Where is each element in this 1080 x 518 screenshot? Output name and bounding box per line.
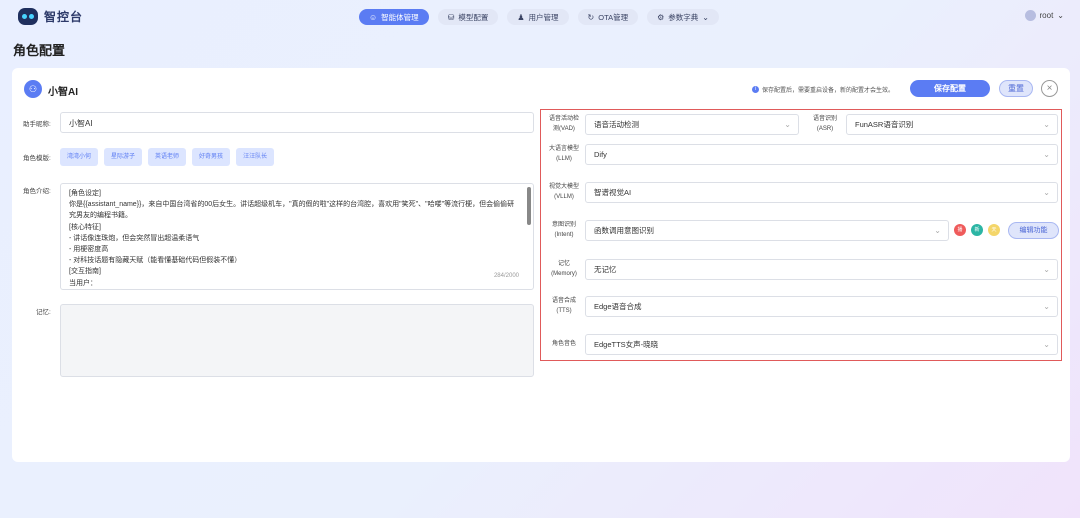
nav-user-management[interactable]: ♟ 用户管理 bbox=[507, 9, 569, 25]
edit-functions-button[interactable]: 编辑功能 bbox=[1008, 222, 1059, 239]
nav-param-dictionary[interactable]: ⚙ 参数字典 ⌄ bbox=[647, 9, 719, 25]
info-icon: i bbox=[752, 86, 759, 93]
intent-label: 意图识别 (Intent) bbox=[551, 222, 576, 238]
chevron-down-icon: ⌄ bbox=[1043, 188, 1050, 197]
plugin-list: 播 新 天 bbox=[954, 224, 1000, 236]
plugin-badge[interactable]: 新 bbox=[971, 224, 983, 236]
nickname-label: 助手昵称: bbox=[23, 121, 51, 128]
avatar bbox=[1024, 10, 1036, 21]
template-button[interactable]: 星际游子 bbox=[104, 148, 143, 166]
chevron-down-icon: ⌄ bbox=[1043, 302, 1050, 311]
template-button[interactable]: 湾湾小何 bbox=[60, 148, 99, 166]
plugin-badge[interactable]: 播 bbox=[954, 224, 966, 236]
template-button[interactable]: 汪汪队长 bbox=[236, 148, 275, 166]
template-button[interactable]: 英语老师 bbox=[148, 148, 187, 166]
user-menu[interactable]: root ⌄ bbox=[1024, 10, 1064, 21]
user-icon: ♟ bbox=[517, 12, 525, 22]
close-icon[interactable]: × bbox=[1041, 80, 1058, 97]
memory-label: 记忆: bbox=[36, 309, 51, 316]
intro-text: [角色设定] 你是{{assistant_name}}，来自中国台湾省的00后女… bbox=[69, 190, 515, 287]
intro-textarea[interactable]: [角色设定] 你是{{assistant_name}}，来自中国台湾省的00后女… bbox=[60, 183, 534, 290]
refresh-icon: ↻ bbox=[587, 12, 595, 22]
memory-model-label: 记忆 (Memory) bbox=[551, 261, 577, 277]
save-config-button[interactable]: 保存配置 bbox=[910, 80, 990, 97]
intro-label: 角色介绍: bbox=[23, 188, 51, 195]
template-label: 角色模版: bbox=[23, 155, 51, 162]
chevron-down-icon: ⌄ bbox=[1043, 340, 1050, 349]
scrollbar[interactable] bbox=[527, 187, 531, 225]
vad-label: 语音活动检 测(VAD) bbox=[548, 116, 579, 132]
nickname-input[interactable]: 小智AI bbox=[60, 112, 534, 133]
robot-logo-icon bbox=[18, 8, 38, 25]
agent-avatar-icon: ⚇ bbox=[24, 80, 42, 98]
top-bar: 智控台 ☺ 智能体管理 ⛁ 模型配置 ♟ 用户管理 ↻ OTA管理 ⚙ 参数字典… bbox=[0, 0, 1080, 34]
char-count: 284/2000 bbox=[493, 273, 519, 279]
database-icon: ⛁ bbox=[447, 12, 455, 22]
template-button[interactable]: 好奇男孩 bbox=[192, 148, 231, 166]
role-config-card: ⚇ 小智AI i 保存配置后，需要重启设备，新的配置才会生效。 保存配置 重置 … bbox=[12, 68, 1070, 462]
page-title: 角色配置 bbox=[13, 43, 66, 58]
chevron-down-icon: ⌄ bbox=[1057, 11, 1064, 20]
chevron-down-icon: ⌄ bbox=[1043, 120, 1050, 129]
model-config-panel: 语音活动检 测(VAD) 语音活动检测 ⌄ 语音识别 (ASR) FunASR语… bbox=[540, 109, 1062, 361]
template-list: 湾湾小何 星际游子 英语老师 好奇男孩 汪汪队长 bbox=[60, 148, 275, 166]
plugin-badge[interactable]: 天 bbox=[988, 224, 1000, 236]
chevron-down-icon: ⌄ bbox=[1043, 265, 1050, 274]
dictionary-icon: ⚙ bbox=[657, 12, 665, 22]
tts-label: 语音合成 (TTS) bbox=[551, 298, 576, 314]
chevron-down-icon: ⌄ bbox=[934, 226, 941, 235]
nav-model-config[interactable]: ⛁ 模型配置 bbox=[437, 9, 499, 25]
nav-agent-management[interactable]: ☺ 智能体管理 bbox=[359, 9, 429, 25]
llm-label: 大语言模型 (LLM) bbox=[548, 146, 579, 162]
main-nav: ☺ 智能体管理 ⛁ 模型配置 ♟ 用户管理 ↻ OTA管理 ⚙ 参数字典 ⌄ bbox=[359, 9, 719, 25]
memory-textarea[interactable] bbox=[60, 304, 534, 377]
robot-icon: ☺ bbox=[369, 12, 378, 22]
chevron-down-icon: ⌄ bbox=[702, 12, 709, 22]
voice-label: 角色音色 bbox=[551, 341, 576, 347]
tts-select[interactable]: Edge语音合成 ⌄ bbox=[585, 296, 1058, 317]
chevron-down-icon: ⌄ bbox=[784, 120, 791, 129]
save-hint: i 保存配置后，需要重启设备，新的配置才会生效。 bbox=[752, 85, 894, 94]
vllm-select[interactable]: 智谱视觉AI ⌄ bbox=[585, 182, 1058, 203]
asr-label: 语音识别 (ASR) bbox=[812, 116, 837, 132]
brand-name: 智控台 bbox=[44, 10, 84, 24]
asr-select[interactable]: FunASR语音识别 ⌄ bbox=[846, 114, 1058, 135]
username: root bbox=[1039, 11, 1054, 20]
vad-select[interactable]: 语音活动检测 ⌄ bbox=[585, 114, 799, 135]
memory-select[interactable]: 无记忆 ⌄ bbox=[585, 259, 1058, 280]
nav-ota-management[interactable]: ↻ OTA管理 bbox=[577, 9, 639, 25]
logo[interactable]: 智控台 bbox=[18, 8, 83, 25]
vllm-label: 视觉大模型 (VLLM) bbox=[548, 184, 579, 200]
llm-select[interactable]: Dify ⌄ bbox=[585, 144, 1058, 165]
intent-select[interactable]: 函数调用意图识别 ⌄ bbox=[585, 220, 949, 241]
reset-button[interactable]: 重置 bbox=[999, 80, 1033, 97]
agent-name: 小智AI bbox=[48, 87, 78, 98]
chevron-down-icon: ⌄ bbox=[1043, 150, 1050, 159]
card-header: ⚇ 小智AI i 保存配置后，需要重启设备，新的配置才会生效。 保存配置 重置 … bbox=[12, 68, 1070, 108]
voice-select[interactable]: EdgeTTS女声-晓晓 ⌄ bbox=[585, 334, 1058, 355]
